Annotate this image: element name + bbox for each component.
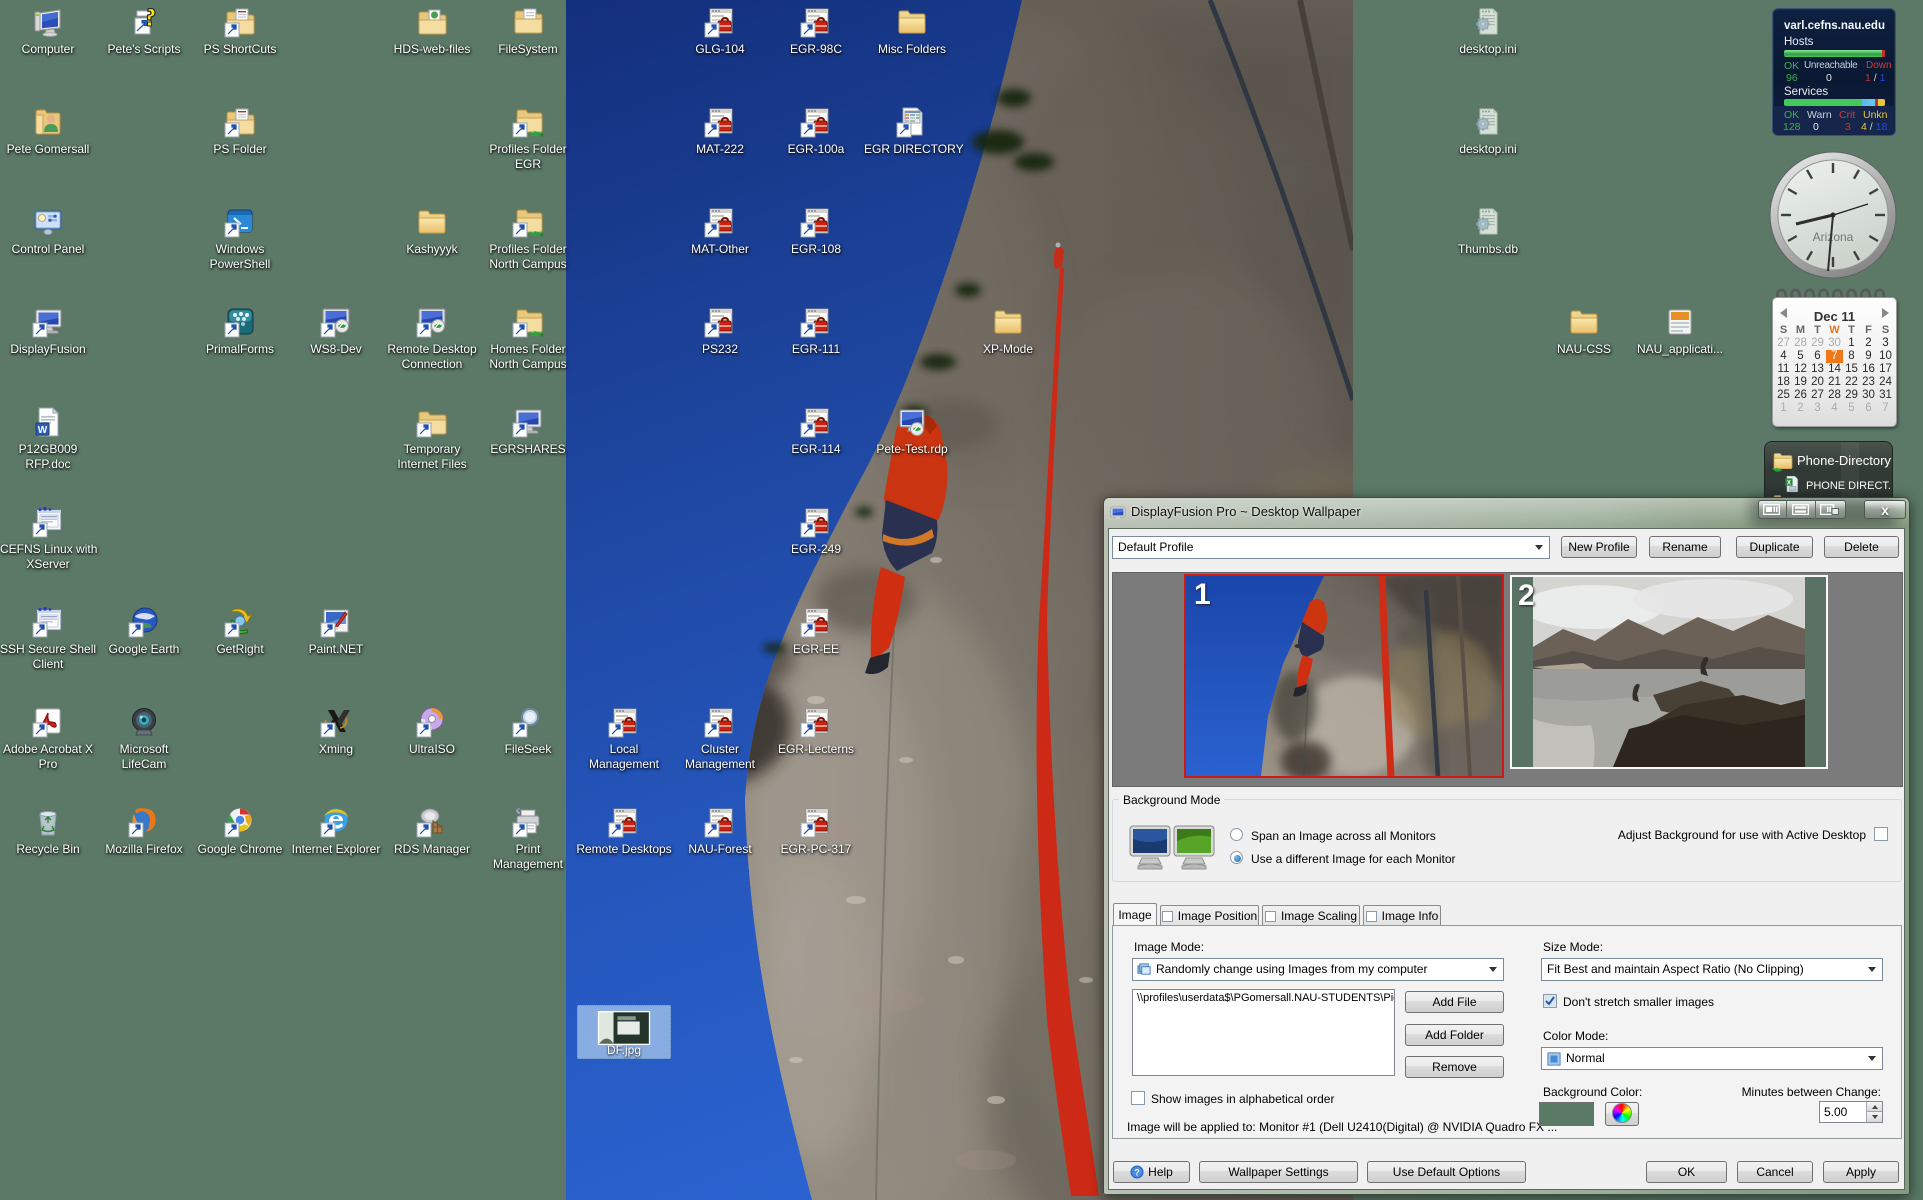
svg-text:?: ?: [1134, 1168, 1139, 1178]
svg-text:Arizona: Arizona: [1813, 230, 1854, 244]
